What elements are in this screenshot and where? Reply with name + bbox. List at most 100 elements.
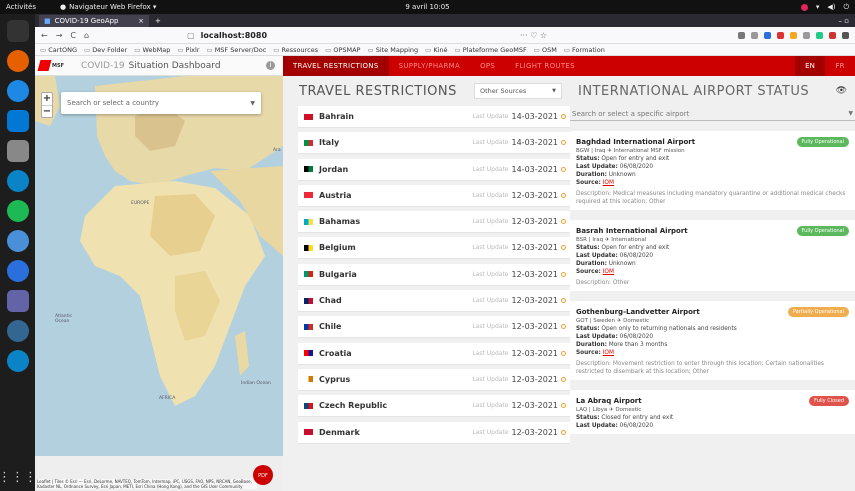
library-icon[interactable] — [738, 31, 745, 39]
ext-pocket-icon[interactable] — [829, 31, 836, 39]
postgres-icon[interactable] — [6, 320, 29, 342]
ext-green-icon[interactable] — [816, 31, 823, 39]
status-dot-icon — [561, 192, 566, 198]
sources-select[interactable]: Other Sources ▼ — [474, 83, 562, 99]
spotify-icon[interactable] — [6, 200, 29, 222]
thunderbird-icon[interactable] — [6, 80, 29, 102]
ext-red-icon[interactable] — [777, 31, 784, 39]
country-card[interactable]: Croatia Last Update 12-03-2021 — [298, 342, 570, 365]
country-card[interactable]: Belgium Last Update 12-03-2021 — [298, 237, 570, 260]
home-button[interactable]: ⌂ — [84, 31, 89, 40]
airport-card[interactable]: Basrah International Airport Fully Operat… — [570, 220, 855, 291]
last-update-label: Last Update — [472, 244, 509, 252]
country-card[interactable]: Jordan Last Update 14-03-2021 — [298, 158, 570, 181]
app-menu[interactable]: ● Navigateur Web Firefox ▾ — [60, 3, 156, 11]
nav-tab[interactable]: TRAVEL RESTRICTIONS — [283, 56, 389, 76]
menu-icon[interactable] — [842, 31, 849, 39]
eye-icon[interactable]: 👁 — [836, 86, 847, 96]
ext-grid-icon[interactable] — [803, 31, 810, 39]
ext-color-icon[interactable] — [790, 31, 797, 39]
signal-icon[interactable] — [6, 260, 29, 282]
terminal-icon[interactable] — [6, 20, 29, 42]
field-value[interactable]: IOM — [603, 269, 614, 275]
country-card[interactable]: Chile Last Update 12-03-2021 — [298, 316, 570, 339]
ext-blue-icon[interactable] — [764, 31, 771, 39]
bookmark-item[interactable]: ▭ CartONG — [40, 46, 77, 54]
bookmark-item[interactable]: ▭ Formation — [564, 46, 605, 54]
status-dot-icon — [561, 350, 566, 356]
nav-tab[interactable]: OPS — [470, 56, 505, 76]
os-top-bar: Activités ● Navigateur Web Firefox ▾ 9 av… — [0, 0, 855, 14]
bookmark-item[interactable]: ▭ Dev Folder — [84, 46, 127, 54]
status-dot-icon — [561, 403, 566, 409]
lang-button[interactable]: EN — [795, 56, 825, 76]
firefox-dock-icon[interactable] — [6, 50, 29, 72]
vscode-icon[interactable] — [6, 110, 29, 132]
extensions-bar — [738, 31, 849, 39]
nav-tab[interactable]: FLIGHT ROUTES — [505, 56, 585, 76]
window-controls[interactable]: – ▫ — [839, 15, 849, 27]
info-icon[interactable]: i — [266, 61, 275, 70]
field-value[interactable]: IOM — [603, 180, 614, 186]
browser-tab[interactable]: ■ COVID-19 GeoApp × — [39, 15, 149, 27]
msf-logo[interactable]: MSF — [37, 59, 77, 73]
bookmark-item[interactable]: ▭ Ressources — [273, 46, 318, 54]
country-card[interactable]: Austria Last Update 12-03-2021 — [298, 184, 570, 207]
bookmark-item[interactable]: ▭ OSM — [534, 46, 557, 54]
folder-icon: ▭ — [533, 45, 542, 54]
activities-button[interactable]: Activités — [6, 3, 36, 11]
url-bar[interactable]: ▢ localhost:8080 ··· ♡ ☆ — [187, 29, 547, 41]
zoom-out-button[interactable]: − — [42, 105, 52, 117]
teams-icon[interactable] — [6, 290, 29, 312]
plane-icon: ✈ — [603, 237, 612, 243]
bookmark-item[interactable]: ▭ Site Mapping — [367, 46, 418, 54]
country-card[interactable]: Chad Last Update 12-03-2021 — [298, 290, 570, 313]
settings-dock-icon[interactable] — [6, 230, 29, 252]
bookmark-item[interactable]: ▭ Kiné — [425, 46, 447, 54]
country-card[interactable]: Denmark Last Update 12-03-2021 — [298, 421, 570, 444]
back-button[interactable]: ← — [41, 31, 48, 40]
files-icon[interactable] — [6, 140, 29, 162]
field-value[interactable]: IOM — [603, 350, 614, 356]
url-actions[interactable]: ··· ♡ ☆ — [520, 31, 547, 40]
skype-2-icon[interactable] — [6, 350, 29, 372]
country-search-select[interactable]: Search or select a country ▼ — [61, 92, 261, 114]
show-apps-icon[interactable]: ⋮⋮⋮ — [0, 470, 37, 485]
bookmark-item[interactable]: ▭ Plateforme GeoMSF — [455, 46, 527, 54]
bookmark-item[interactable]: ▭ OPSMAP — [325, 46, 360, 54]
sidebar-icon[interactable] — [751, 31, 758, 39]
reload-button[interactable]: C — [70, 31, 76, 40]
new-tab-button[interactable]: + — [155, 15, 161, 27]
country-card[interactable]: Bahamas Last Update 12-03-2021 — [298, 211, 570, 234]
lang-button[interactable]: FR — [825, 56, 855, 76]
airport-status-row: Status: Closed for entry and exit — [576, 414, 849, 422]
country-card[interactable]: Cyprus Last Update 12-03-2021 — [298, 368, 570, 391]
airport-card[interactable]: Gothenburg-Landvetter Airport Partially O… — [570, 301, 855, 380]
header-brand: MSF COVID-19 Situation Dashboard i — [35, 56, 283, 76]
airport-status-row: Status: Open for entry and exit — [576, 244, 849, 252]
pdf-export-button[interactable]: PDF — [253, 465, 273, 485]
forward-button[interactable]: → — [56, 31, 63, 40]
country-card[interactable]: Czech Republic Last Update 12-03-2021 — [298, 395, 570, 418]
airport-search-select[interactable]: Search or select a specific airport ▼ — [570, 107, 855, 121]
airport-description: Description: Other — [576, 279, 849, 287]
bookmark-item[interactable]: ▭ Pixlr — [177, 46, 199, 54]
bookmark-label: Kiné — [433, 45, 448, 54]
nav-tab[interactable]: SUPPLY/PHARMA — [389, 56, 470, 76]
country-list: Bahrain Last Update 14-03-2021 Italy Last Up… — [283, 106, 570, 444]
skype-icon[interactable] — [6, 170, 29, 192]
airport-card[interactable]: La Abraq Airport Fully Closed LAQ | Libya … — [570, 390, 855, 434]
country-card[interactable]: Bahrain Last Update 14-03-2021 — [298, 106, 570, 128]
tab-close-icon[interactable]: × — [138, 17, 144, 25]
status-dot-icon — [561, 114, 566, 119]
bookmark-item[interactable]: ▭ WebMap — [134, 46, 170, 54]
bookmark-item[interactable]: ▭ MSF Server/Doc — [206, 46, 266, 54]
system-tray[interactable]: ▾ ◀) ⏻ — [800, 3, 849, 12]
zoom-in-button[interactable]: + — [42, 93, 52, 105]
world-map[interactable]: EUROPE AFRICA Atlantic Ocean Indian Ocea… — [35, 76, 283, 491]
country-card[interactable]: Italy Last Update 14-03-2021 — [298, 132, 570, 155]
airport-card[interactable]: Baghdad International Airport Fully Opera… — [570, 131, 855, 210]
country-card[interactable]: Bulgaria Last Update 12-03-2021 — [298, 263, 570, 286]
last-update-date: 12-03-2021 — [511, 374, 559, 384]
plane-icon: ✈ — [605, 148, 614, 154]
